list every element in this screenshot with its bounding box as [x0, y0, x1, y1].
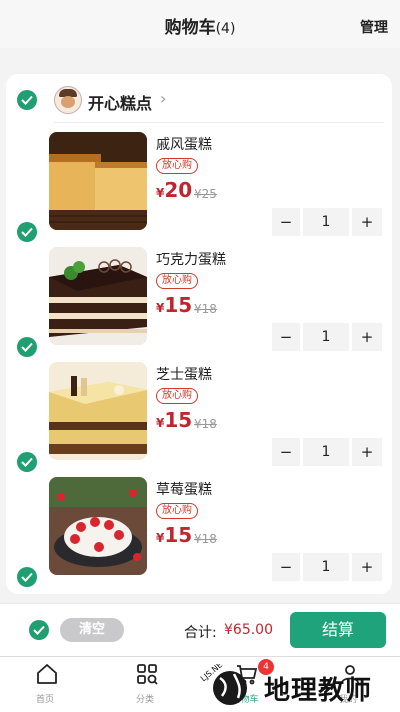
- original-price: ¥18: [194, 532, 217, 546]
- category-icon: [137, 664, 158, 685]
- cheese-cake-image[interactable]: [49, 362, 147, 460]
- check-icon: [21, 95, 33, 105]
- price-value: 15: [164, 408, 193, 432]
- shop-avatar: [54, 86, 82, 114]
- divider: [54, 122, 384, 123]
- decrease-button[interactable]: −: [272, 438, 300, 466]
- manage-button[interactable]: 管理: [360, 17, 388, 37]
- watermark: LJS.NE 地理教师: [198, 664, 398, 710]
- chevron-right-icon[interactable]: ›: [160, 89, 166, 108]
- item-title[interactable]: 戚风蛋糕: [156, 134, 212, 154]
- home-icon: [37, 664, 57, 684]
- item-title[interactable]: 芝士蛋糕: [156, 364, 212, 384]
- tab-home[interactable]: 首页: [5, 657, 85, 712]
- cart-card: 开心糕点 › 戚风蛋糕 放心购 ¥20 ¥25 − 1 + 巧克力蛋糕 放心购 …: [6, 74, 392, 594]
- shop-row[interactable]: 开心糕点 ›: [6, 74, 392, 122]
- price-value: 15: [164, 293, 193, 317]
- increase-button[interactable]: +: [352, 208, 382, 236]
- quantity-value[interactable]: 1: [303, 553, 349, 581]
- original-price: ¥18: [194, 417, 217, 431]
- cart-count: (4): [215, 21, 236, 37]
- item-price: ¥20: [156, 178, 192, 202]
- item-select-checkbox[interactable]: [17, 567, 37, 587]
- guarantee-tag: 放心购: [156, 158, 198, 174]
- item-price: ¥15: [156, 293, 192, 317]
- increase-button[interactable]: +: [352, 553, 382, 581]
- decrease-button[interactable]: −: [272, 553, 300, 581]
- original-price: ¥25: [194, 187, 217, 201]
- cart-item: 芝士蛋糕 放心购 ¥15 ¥18 − 1 +: [6, 354, 392, 472]
- quantity-value[interactable]: 1: [303, 208, 349, 236]
- quantity-stepper: − 1 +: [272, 208, 382, 236]
- price-value: 20: [164, 178, 193, 202]
- item-title[interactable]: 巧克力蛋糕: [156, 249, 226, 269]
- price-value: 15: [164, 523, 193, 547]
- increase-button[interactable]: +: [352, 323, 382, 351]
- item-title[interactable]: 草莓蛋糕: [156, 479, 212, 499]
- checkout-bar: 清空 合计: ¥65.00 结算: [0, 603, 400, 656]
- tab-label: 分类: [135, 695, 154, 705]
- decrease-button[interactable]: −: [272, 323, 300, 351]
- header-bar: 购物车(4) 管理: [0, 0, 400, 48]
- strawberry-cake-image[interactable]: [49, 477, 147, 575]
- select-all-checkbox[interactable]: [29, 620, 49, 640]
- total-value: ¥65.00: [224, 622, 273, 638]
- page-title-text: 购物车: [164, 18, 216, 38]
- check-icon: [21, 457, 33, 467]
- quantity-value[interactable]: 1: [303, 438, 349, 466]
- guarantee-tag: 放心购: [156, 273, 198, 289]
- quantity-stepper: − 1 +: [272, 323, 382, 351]
- clear-button[interactable]: 清空: [60, 618, 124, 642]
- decrease-button[interactable]: −: [272, 208, 300, 236]
- original-price: ¥18: [194, 302, 217, 316]
- quantity-value[interactable]: 1: [303, 323, 349, 351]
- shop-select-checkbox[interactable]: [17, 90, 37, 110]
- check-icon: [21, 572, 33, 582]
- cart-item: 戚风蛋糕 放心购 ¥20 ¥25 − 1 +: [6, 124, 392, 242]
- item-price: ¥15: [156, 523, 192, 547]
- increase-button[interactable]: +: [352, 438, 382, 466]
- quantity-stepper: − 1 +: [272, 553, 382, 581]
- quantity-stepper: − 1 +: [272, 438, 382, 466]
- checkout-button[interactable]: 结算: [290, 612, 386, 648]
- shop-name[interactable]: 开心糕点: [88, 90, 152, 114]
- check-icon: [33, 625, 45, 635]
- total-label: 合计:: [184, 625, 217, 641]
- check-icon: [21, 342, 33, 352]
- chocolate-cake-image[interactable]: [49, 247, 147, 345]
- cart-item: 草莓蛋糕 放心购 ¥15 ¥18 − 1 +: [6, 469, 392, 587]
- guarantee-tag: 放心购: [156, 388, 198, 404]
- tab-label: 首页: [35, 695, 54, 705]
- check-icon: [21, 227, 33, 237]
- tab-category[interactable]: 分类: [105, 657, 185, 712]
- page-title: 购物车(4): [0, 13, 400, 38]
- avatar-face: [61, 96, 75, 108]
- chiffon-cake-image[interactable]: [49, 132, 147, 230]
- cart-item: 巧克力蛋糕 放心购 ¥15 ¥18 − 1 +: [6, 239, 392, 357]
- watermark-text: 地理教师: [264, 676, 373, 706]
- item-price: ¥15: [156, 408, 192, 432]
- guarantee-tag: 放心购: [156, 503, 198, 519]
- globe-logo-icon: LJS.NE: [199, 664, 247, 705]
